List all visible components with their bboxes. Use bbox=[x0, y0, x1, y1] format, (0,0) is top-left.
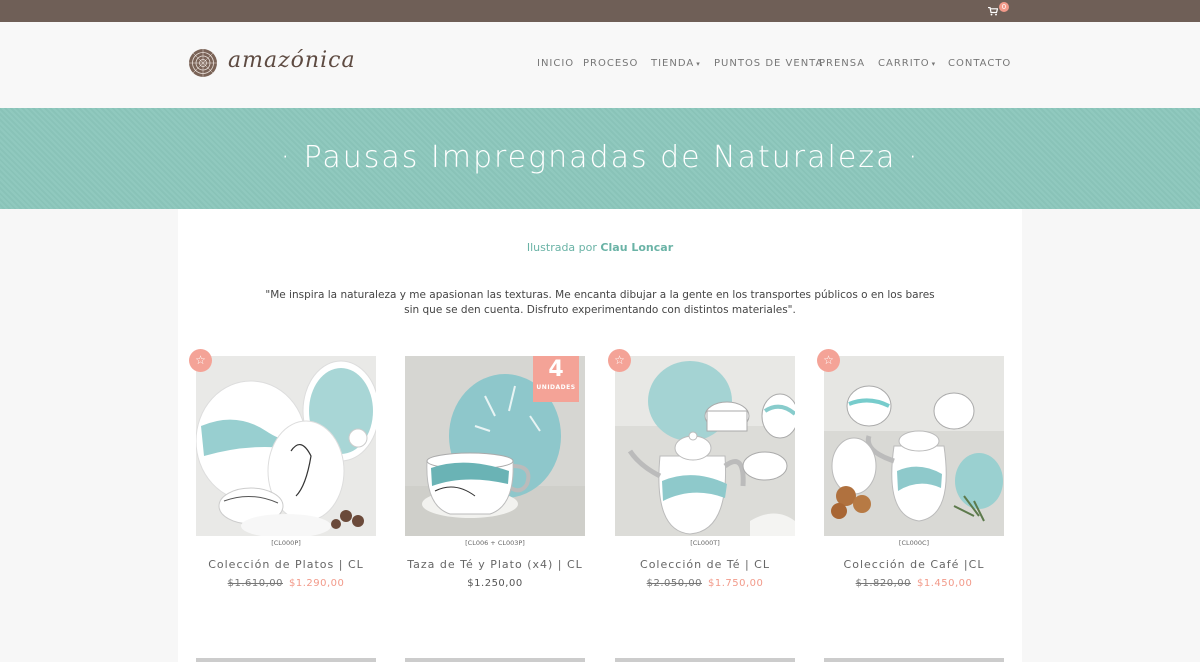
nav-proceso[interactable]: PROCESO bbox=[583, 58, 638, 69]
units-label: UNIDADES bbox=[536, 384, 576, 391]
nav-contacto[interactable]: CONTACTO bbox=[948, 58, 1011, 69]
units-badge: 4 UNIDADES bbox=[533, 356, 579, 402]
product-price: $2.050,00 $1.750,00 bbox=[615, 578, 795, 589]
nav-inicio[interactable]: INICIO bbox=[537, 58, 574, 69]
next-row-product-image[interactable] bbox=[824, 658, 1004, 662]
product-sku: [CL000C] bbox=[898, 539, 930, 547]
nav-label: INICIO bbox=[537, 58, 575, 69]
nav-label: PRENSA bbox=[819, 58, 866, 69]
nav-tienda[interactable]: TIENDA ▾ bbox=[651, 58, 701, 69]
product-sku: [CL006 + CL003P] bbox=[465, 539, 525, 547]
star-icon: ☆ bbox=[608, 349, 631, 372]
product-price: $1.610,00 $1.290,00 bbox=[196, 578, 376, 589]
nav-puntos-de-venta[interactable]: PUNTOS DE VENTA bbox=[714, 58, 823, 69]
nav-label: PROCESO bbox=[583, 58, 639, 69]
product-image[interactable] bbox=[615, 356, 795, 536]
product-sku: [CL000P] bbox=[271, 539, 301, 547]
illustrator-credit: Ilustrada por Clau Loncar bbox=[178, 241, 1022, 254]
product-name[interactable]: Colección de Té | CL bbox=[615, 558, 795, 571]
sale-price: $1.450,00 bbox=[917, 578, 973, 589]
nav-carrito[interactable]: CARRITO ▾ bbox=[878, 58, 936, 69]
nav-label: CONTACTO bbox=[948, 58, 1012, 69]
next-row-product-image[interactable] bbox=[615, 658, 795, 662]
credit-prefix: Ilustrada por bbox=[526, 241, 597, 254]
old-price: $2.050,00 bbox=[646, 578, 702, 589]
artist-quote: "Me inspira la naturaleza y me apasionan… bbox=[265, 289, 935, 316]
nav-prensa[interactable]: PRENSA bbox=[819, 58, 865, 69]
units-number: 4 bbox=[548, 357, 564, 382]
tree-ring-logo-icon bbox=[189, 49, 217, 77]
chevron-down-icon: ▾ bbox=[696, 60, 701, 68]
page-title: · Pausas Impregnadas de Naturaleza · bbox=[280, 140, 920, 175]
star-icon: ☆ bbox=[189, 349, 212, 372]
product-image[interactable] bbox=[824, 356, 1004, 536]
logo-wordmark: amazónica bbox=[228, 48, 356, 73]
illustrator-link[interactable]: Clau Loncar bbox=[600, 241, 673, 254]
regular-price: $1.250,00 bbox=[467, 578, 523, 589]
cart-icon[interactable] bbox=[988, 7, 998, 16]
sale-price: $1.290,00 bbox=[289, 578, 345, 589]
cart-count-badge: 0 bbox=[999, 2, 1009, 12]
nav-label: TIENDA bbox=[651, 58, 695, 69]
product-image[interactable] bbox=[196, 356, 376, 536]
product-name[interactable]: Taza de Té y Plato (x4) | CL bbox=[405, 558, 585, 571]
site-header: amazónica INICIO PROCESO TIENDA ▾ PUNTOS … bbox=[0, 22, 1200, 108]
product-price: $1.250,00 bbox=[405, 578, 585, 589]
product-price: $1.820,00 $1.450,00 bbox=[824, 578, 1004, 589]
top-bar: 0 bbox=[0, 0, 1200, 22]
product-name[interactable]: Colección de Café |CL bbox=[824, 558, 1004, 571]
next-row-product-image[interactable] bbox=[196, 658, 376, 662]
old-price: $1.610,00 bbox=[227, 578, 283, 589]
product-sku: [CL000T] bbox=[690, 539, 720, 547]
mini-cart[interactable]: 0 bbox=[988, 2, 1010, 19]
main-content: Ilustrada por Clau Loncar "Me inspira la… bbox=[178, 209, 1022, 662]
star-icon: ☆ bbox=[817, 349, 840, 372]
next-row-product-image[interactable] bbox=[405, 658, 585, 662]
sale-price: $1.750,00 bbox=[708, 578, 764, 589]
brand-logo[interactable]: amazónica bbox=[188, 46, 355, 82]
nav-label: PUNTOS DE VENTA bbox=[714, 58, 824, 69]
nav-label: CARRITO bbox=[878, 58, 930, 69]
product-name[interactable]: Colección de Platos | CL bbox=[196, 558, 376, 571]
chevron-down-icon: ▾ bbox=[931, 60, 937, 68]
hero-banner: · Pausas Impregnadas de Naturaleza · bbox=[0, 108, 1200, 209]
old-price: $1.820,00 bbox=[855, 578, 911, 589]
